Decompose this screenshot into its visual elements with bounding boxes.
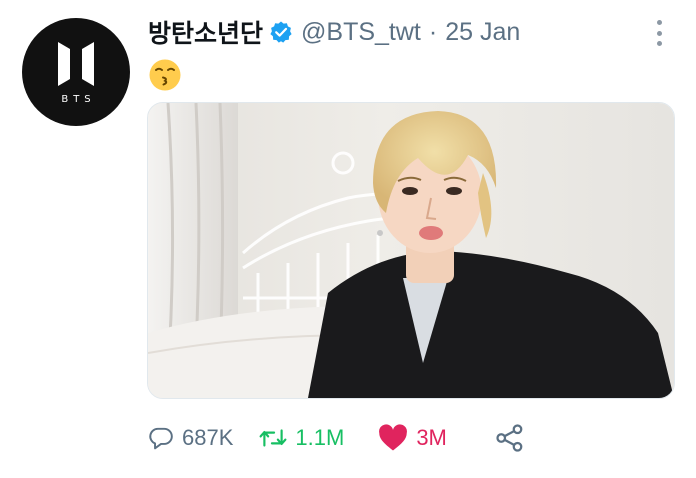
retweet-count: 1.1M <box>295 425 345 450</box>
profile-avatar[interactable]: BTS <box>22 18 130 126</box>
display-name[interactable]: 방탄소년단 <box>148 14 263 50</box>
tweet-date[interactable]: 25 Jan <box>445 18 520 47</box>
tweet-photo[interactable] <box>147 102 675 399</box>
retweet-button[interactable]: 1.1M <box>259 425 344 451</box>
reply-button[interactable]: 687K <box>148 425 233 451</box>
tweet-header: 방탄소년단 @BTS_twt · 25 Jan <box>148 14 520 50</box>
verified-badge-icon <box>269 20 293 44</box>
share-icon <box>496 424 523 452</box>
user-handle[interactable]: @BTS_twt <box>301 18 421 47</box>
header-separator: · <box>428 17 438 46</box>
avatar-logo-text: BTS <box>61 93 96 105</box>
share-button[interactable] <box>495 423 525 453</box>
retweet-icon <box>259 429 287 447</box>
reply-icon <box>149 427 173 450</box>
heart-icon <box>379 424 408 451</box>
tweet-actions: 687K 1.1M 3M <box>148 418 598 458</box>
like-count: 3M <box>416 425 447 450</box>
more-vertical-icon[interactable] <box>655 20 663 46</box>
bts-logo-icon <box>58 41 94 86</box>
like-button[interactable]: 3M <box>378 424 447 452</box>
reply-count: 687K <box>182 425 234 450</box>
kissing-face-emoji-icon <box>149 59 181 91</box>
